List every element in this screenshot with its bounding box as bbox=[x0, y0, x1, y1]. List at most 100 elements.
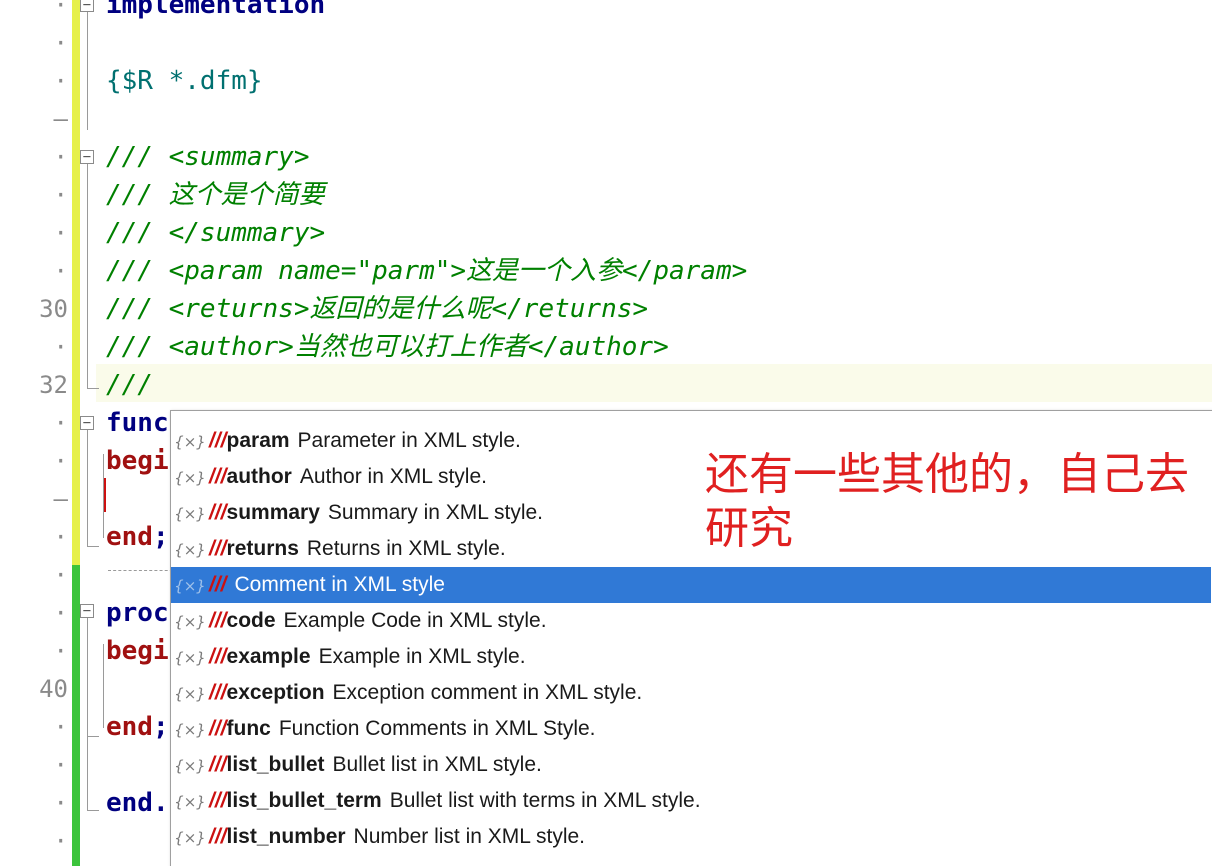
doc-comment-line: /// <author>当然也可以打上作者</author> bbox=[106, 332, 669, 362]
completion-item-prefix: /// bbox=[209, 573, 227, 596]
template-icon: {×} bbox=[174, 793, 206, 811]
fold-guide bbox=[87, 164, 88, 388]
doc-comment-line-current[interactable]: /// bbox=[106, 366, 153, 404]
code-semicolon: ; bbox=[152, 522, 169, 552]
change-bar-saved bbox=[72, 565, 80, 866]
fold-end bbox=[87, 736, 99, 737]
doc-comment-line: /// <returns>返回的是什么呢</returns> bbox=[106, 294, 649, 324]
gutter-marker: · bbox=[53, 713, 68, 741]
gutter-marker: · bbox=[53, 523, 68, 551]
completion-item[interactable]: {×}///example Example in XML style. bbox=[171, 639, 1211, 675]
gutter-marker: · bbox=[53, 827, 68, 855]
completion-item-prefix: /// bbox=[209, 717, 227, 740]
completion-item-prefix: /// bbox=[209, 645, 227, 668]
gutter-marker: · bbox=[53, 0, 68, 19]
fold-end bbox=[87, 546, 99, 547]
gutter-marker: – bbox=[53, 485, 68, 513]
completion-item-name: returns bbox=[226, 537, 299, 560]
template-icon: {×} bbox=[174, 613, 206, 631]
code-end-statement: end; bbox=[106, 518, 169, 556]
completion-item-name: list_number bbox=[226, 825, 346, 848]
fold-guide bbox=[87, 620, 88, 810]
doc-comment-line: /// <summary> bbox=[106, 142, 310, 172]
completion-item-prefix: /// bbox=[209, 537, 227, 560]
gutter-marker: · bbox=[53, 143, 68, 171]
current-line-highlight bbox=[96, 364, 1212, 402]
completion-item-name: summary bbox=[226, 501, 320, 524]
completion-item-name: exception bbox=[226, 681, 325, 704]
completion-item-description: Comment in XML style bbox=[234, 573, 445, 596]
completion-item-description: Author in XML style. bbox=[299, 465, 487, 488]
completion-item-name: func bbox=[226, 717, 271, 740]
gutter-marker: · bbox=[53, 219, 68, 247]
template-icon: {×} bbox=[174, 469, 206, 487]
completion-item-prefix: /// bbox=[209, 609, 227, 632]
line-number-30: 30 bbox=[39, 295, 68, 323]
completion-item[interactable]: {×}///list_bullet_term Bullet list with t… bbox=[171, 783, 1211, 819]
completion-item[interactable]: {×}///list_bullet Bullet list in XML styl… bbox=[171, 747, 1211, 783]
code-final-end: end. bbox=[106, 788, 169, 818]
completion-item-prefix: /// bbox=[209, 429, 227, 452]
gutter-marker: · bbox=[53, 181, 68, 209]
code-line-resource-directive: {$R *.dfm} bbox=[106, 66, 263, 96]
completion-item-name: example bbox=[226, 645, 311, 668]
fold-toggle-procedure[interactable]: − bbox=[80, 604, 94, 618]
completion-item[interactable]: {×}///func Function Comments in XML Style… bbox=[171, 711, 1211, 747]
block-guide bbox=[103, 644, 104, 728]
gutter-marker: · bbox=[53, 561, 68, 589]
completion-item-selected[interactable]: {×}/// Comment in XML style bbox=[171, 567, 1211, 603]
fold-toggle-function[interactable]: − bbox=[80, 416, 94, 430]
template-icon: {×} bbox=[174, 649, 206, 667]
fold-end bbox=[87, 388, 99, 389]
completion-item-description: Bullet list in XML style. bbox=[332, 753, 542, 776]
template-icon: {×} bbox=[174, 577, 206, 595]
fold-guide bbox=[87, 12, 88, 130]
gutter-marker: · bbox=[53, 257, 68, 285]
completion-item[interactable]: {×}///code Example Code in XML style. bbox=[171, 603, 1211, 639]
code-procedure-keyword: proc bbox=[106, 598, 169, 628]
gutter-marker: · bbox=[53, 333, 68, 361]
completion-item-prefix: /// bbox=[209, 681, 227, 704]
completion-item-description: Returns in XML style. bbox=[306, 537, 506, 560]
code-end-keyword: end bbox=[106, 522, 153, 552]
code-end-keyword: end bbox=[106, 712, 153, 742]
completion-item[interactable]: {×}///exception Exception comment in XML … bbox=[171, 675, 1211, 711]
template-icon: {×} bbox=[174, 433, 206, 451]
annotation-note: 还有一些其他的，自己去研究 bbox=[705, 449, 1189, 554]
template-icon: {×} bbox=[174, 541, 206, 559]
gutter-marker: · bbox=[53, 67, 68, 95]
code-semicolon: ; bbox=[152, 712, 169, 742]
template-icon: {×} bbox=[174, 721, 206, 739]
completion-item-name: author bbox=[226, 465, 292, 488]
fold-toggle-doc-comment[interactable]: − bbox=[80, 150, 94, 164]
completion-item-description: Function Comments in XML Style. bbox=[278, 717, 596, 740]
gutter-marker: · bbox=[53, 789, 68, 817]
completion-item-description: Parameter in XML style. bbox=[297, 429, 521, 452]
gutter-marker: · bbox=[53, 599, 68, 627]
completion-item-name: param bbox=[226, 429, 290, 452]
completion-item-description: Number list in XML style. bbox=[353, 825, 585, 848]
completion-item-name: code bbox=[226, 609, 276, 632]
doc-comment-line: /// <param name="parm">这是一个入参</param> bbox=[106, 256, 748, 286]
completion-item-description: Example in XML style. bbox=[318, 645, 526, 668]
gutter-marker: · bbox=[53, 447, 68, 475]
completion-item-prefix: /// bbox=[209, 789, 227, 812]
fold-toggle-implementation[interactable]: − bbox=[80, 0, 94, 12]
code-begin-keyword: begi bbox=[106, 446, 169, 476]
fold-guide bbox=[87, 430, 88, 546]
completion-item-prefix: /// bbox=[209, 501, 227, 524]
change-bar-modified bbox=[72, 0, 80, 565]
code-line-implementation: implementation bbox=[106, 0, 326, 20]
completion-item-description: Example Code in XML style. bbox=[283, 609, 547, 632]
completion-item-description: Bullet list with terms in XML style. bbox=[389, 789, 701, 812]
completion-item-prefix: /// bbox=[209, 753, 227, 776]
completion-item-name: list_bullet_term bbox=[226, 789, 382, 812]
template-icon: {×} bbox=[174, 829, 206, 847]
code-begin-keyword: begi bbox=[106, 636, 169, 666]
gutter-marker: · bbox=[53, 409, 68, 437]
gutter-marker: · bbox=[53, 29, 68, 57]
code-editor[interactable]: · · · – · · · · 30 · 32 · · – · · · · 40… bbox=[0, 0, 1212, 866]
gutter-marker: – bbox=[53, 105, 68, 133]
line-number-40: 40 bbox=[39, 675, 68, 703]
completion-item[interactable]: {×}///list_number Number list in XML styl… bbox=[171, 819, 1211, 855]
